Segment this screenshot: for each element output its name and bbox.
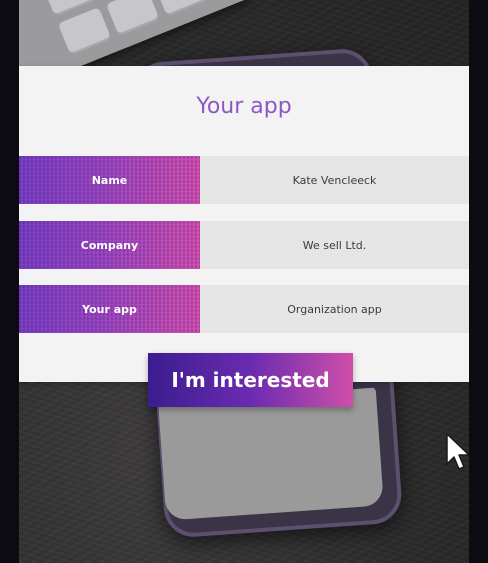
form-value-company[interactable]: We sell Ltd. (200, 221, 469, 269)
form-label-your-app: Your app (19, 285, 200, 333)
panel-title: Your app (196, 94, 292, 119)
form-row-your-app: Your app Organization app (19, 285, 469, 333)
form-label-company: Company (19, 221, 200, 269)
form-label-name: Name (19, 156, 200, 204)
form-row-name: Name Kate Vencleeck (19, 156, 469, 204)
form-value-name[interactable]: Kate Vencleeck (200, 156, 469, 204)
keyboard-key (57, 7, 112, 56)
keyboard-key (106, 0, 160, 36)
form-row-company: Company We sell Ltd. (19, 221, 469, 269)
im-interested-button[interactable]: I'm interested (148, 353, 353, 407)
phone-screen (158, 387, 384, 521)
form-value-your-app[interactable]: Organization app (200, 285, 469, 333)
video-frame: Your app Name Kate Vencleeck Company We … (19, 0, 469, 563)
mouse-pointer-icon (446, 433, 469, 470)
app-form-panel: Your app Name Kate Vencleeck Company We … (19, 66, 469, 382)
keyboard-key (154, 0, 208, 17)
